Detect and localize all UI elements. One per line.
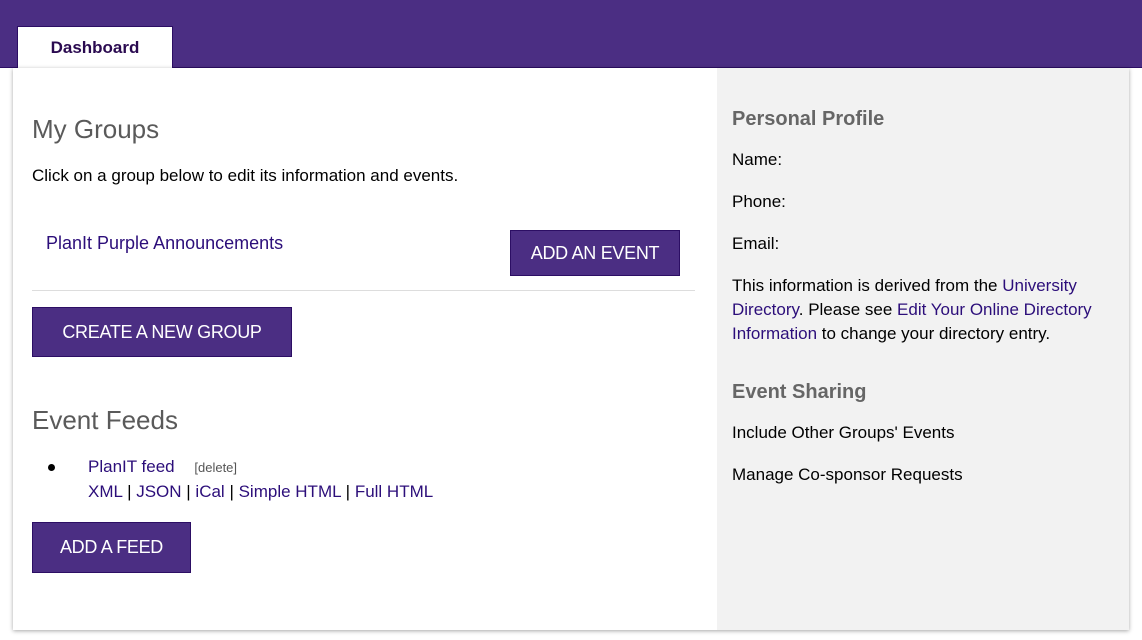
top-navigation-bar: Dashboard xyxy=(0,0,1142,68)
info-text: to change your directory entry. xyxy=(817,324,1051,343)
sidebar: Personal Profile Name: Phone: Email: Thi… xyxy=(717,68,1129,630)
feed-format-simple-html[interactable]: Simple HTML xyxy=(239,482,341,501)
tab-dashboard[interactable]: Dashboard xyxy=(17,26,173,68)
feed-format-full-html[interactable]: Full HTML xyxy=(355,482,433,501)
include-other-groups-events-link[interactable]: Include Other Groups' Events xyxy=(732,421,954,445)
feed-format-xml[interactable]: XML xyxy=(88,482,122,501)
add-an-event-button[interactable]: ADD AN EVENT xyxy=(510,230,680,276)
feed-format-json[interactable]: JSON xyxy=(136,482,181,501)
feed-list-item: PlanIT feed [delete] xyxy=(88,457,237,477)
create-new-group-button[interactable]: CREATE A NEW GROUP xyxy=(32,307,292,357)
profile-phone-label: Phone: xyxy=(732,192,786,211)
separator: | xyxy=(127,482,137,501)
list-bullet xyxy=(48,464,55,471)
group-link-planit-purple-announcements[interactable]: PlanIt Purple Announcements xyxy=(46,233,283,254)
feed-link-planit-feed[interactable]: PlanIT feed xyxy=(88,457,175,476)
delete-feed-link[interactable]: [delete] xyxy=(194,460,237,475)
info-text: This information is derived from the xyxy=(732,276,1003,295)
manage-cosponsor-requests-link[interactable]: Manage Co-sponsor Requests xyxy=(732,463,963,487)
event-sharing-heading: Event Sharing xyxy=(732,381,867,403)
main-content: My Groups Click on a group below to edit… xyxy=(13,68,717,630)
event-feeds-heading: Event Feeds xyxy=(32,405,178,435)
separator: | xyxy=(345,482,355,501)
separator: | xyxy=(229,482,239,501)
personal-profile-heading: Personal Profile xyxy=(732,108,885,130)
divider xyxy=(32,290,695,291)
dashboard-panel: My Groups Click on a group below to edit… xyxy=(13,68,1129,630)
info-text: . Please see xyxy=(798,300,898,319)
feed-format-links: XML | JSON | iCal | Simple HTML | Full H… xyxy=(88,482,433,502)
my-groups-heading: My Groups xyxy=(32,114,160,144)
my-groups-description: Click on a group below to edit its infor… xyxy=(32,166,459,185)
profile-name-label: Name: xyxy=(732,150,783,169)
profile-email-label: Email: xyxy=(732,234,780,253)
feed-format-ical[interactable]: iCal xyxy=(195,482,224,501)
add-a-feed-button[interactable]: ADD A FEED xyxy=(32,522,191,573)
profile-info-text: This information is derived from the Uni… xyxy=(732,274,1127,346)
